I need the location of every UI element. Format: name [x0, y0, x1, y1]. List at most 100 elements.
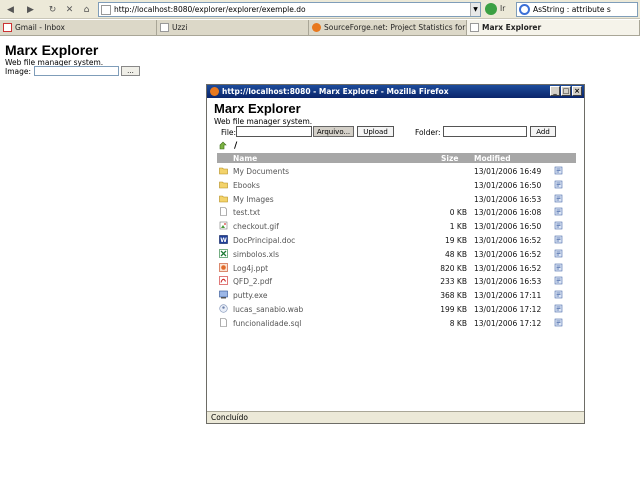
stop-icon[interactable]: ✕ — [62, 2, 77, 17]
search-text: AsString : attribute s — [533, 5, 611, 14]
file-row[interactable]: lucas_sanabio.wab 199 KB 13/01/2006 17:12 — [217, 302, 576, 316]
rename-icon[interactable] — [554, 249, 563, 258]
upload-button[interactable]: Upload — [357, 126, 394, 137]
folder-icon — [219, 167, 228, 175]
word-file-icon: W — [219, 235, 228, 244]
rename-icon[interactable] — [554, 180, 563, 189]
sourceforge-icon — [312, 23, 321, 32]
current-path: / — [234, 141, 238, 151]
file-row[interactable]: Log4j.ppt 820 KB 13/01/2006 16:52 — [217, 261, 576, 275]
go-icon[interactable] — [485, 3, 497, 15]
file-row[interactable]: QFD_2.pdf 233 KB 13/01/2006 16:53 — [217, 274, 576, 288]
forward-arrow-icon[interactable]: ▶ — [23, 2, 38, 17]
reload-icon[interactable]: ↻ — [45, 2, 60, 17]
tab-gmail[interactable]: Gmail - Inbox — [0, 20, 157, 35]
file-row[interactable]: test.txt 0 KB 13/01/2006 16:08 — [217, 205, 576, 219]
excel-file-icon — [219, 248, 228, 258]
rename-icon[interactable] — [554, 166, 563, 175]
add-folder-button[interactable]: Add — [530, 126, 556, 137]
file-row[interactable]: My Images 13/01/2006 16:53 — [217, 192, 576, 206]
rename-icon[interactable] — [554, 304, 563, 313]
maximize-icon[interactable]: □ — [561, 86, 571, 96]
image-field[interactable] — [34, 66, 119, 76]
exe-file-icon — [219, 290, 228, 299]
rename-icon[interactable] — [554, 194, 563, 203]
search-box[interactable]: AsString : attribute s — [516, 2, 638, 17]
file-field[interactable] — [236, 126, 312, 137]
up-folder-icon[interactable] — [219, 141, 227, 150]
rename-icon[interactable] — [554, 221, 563, 230]
file-modified: 13/01/2006 16:49 — [474, 167, 542, 176]
tab-label: SourceForge.net: Project Statistics for … — [324, 23, 466, 32]
file-name[interactable]: Ebooks — [233, 181, 260, 190]
column-header-modified[interactable]: Modified — [474, 154, 511, 163]
status-text: Concluído — [211, 413, 248, 422]
file-row[interactable]: checkout.gif 1 KB 13/01/2006 16:50 — [217, 219, 576, 233]
file-name[interactable]: lucas_sanabio.wab — [233, 305, 303, 314]
url-dropdown-icon[interactable]: ▼ — [470, 3, 480, 16]
file-modified: 13/01/2006 17:12 — [474, 318, 542, 328]
file-modified: 13/01/2006 16:52 — [474, 235, 542, 245]
rename-icon[interactable] — [554, 290, 563, 299]
file-row[interactable]: putty.exe 368 KB 13/01/2006 17:11 — [217, 288, 576, 302]
browser-toolbar: ◀ ▶ ↻ ✕ ⌂ http://localhost:8080/explorer… — [0, 0, 640, 19]
rename-icon[interactable] — [554, 235, 563, 244]
close-icon[interactable]: × — [572, 86, 582, 96]
text-file-icon — [220, 317, 227, 327]
folder-field[interactable] — [443, 126, 527, 137]
rename-icon[interactable] — [554, 318, 563, 327]
minimize-icon[interactable]: _ — [550, 86, 560, 96]
file-name[interactable]: QFD_2.pdf — [233, 277, 272, 286]
file-name[interactable]: DocPrincipal.doc — [233, 236, 295, 245]
browse-file-button[interactable]: Arquivo... — [313, 126, 354, 137]
pdf-file-icon — [219, 276, 228, 286]
file-row[interactable]: funcionalidade.sql 8 KB 13/01/2006 17:12 — [217, 316, 576, 330]
status-bar: Concluído — [207, 411, 584, 423]
firefox-icon — [210, 87, 219, 96]
file-modified: 13/01/2006 17:11 — [474, 291, 542, 301]
powerpoint-file-icon — [219, 262, 228, 272]
file-size: 48 KB — [445, 249, 467, 259]
go-label[interactable]: Ir — [500, 4, 505, 13]
file-name[interactable]: My Documents — [233, 167, 289, 176]
file-row[interactable]: simbolos.xls 48 KB 13/01/2006 16:52 — [217, 247, 576, 261]
file-modified: 13/01/2006 17:12 — [474, 304, 542, 314]
image-browse-button[interactable]: ... — [121, 66, 140, 76]
file-row[interactable]: W DocPrincipal.doc 19 KB 13/01/2006 16:52 — [217, 233, 576, 247]
wab-file-icon — [219, 304, 228, 313]
popup-title-bar[interactable]: http://localhost:8080 - Marx Explorer - … — [207, 85, 584, 98]
file-table-header: Name Size Modified — [217, 153, 576, 163]
rename-icon[interactable] — [554, 276, 563, 285]
back-arrow-icon[interactable]: ◀ — [3, 2, 18, 17]
rename-icon[interactable] — [554, 207, 563, 216]
url-text: http://localhost:8080/explorer/explorer/… — [114, 5, 306, 14]
popup-window-title: http://localhost:8080 - Marx Explorer - … — [222, 87, 449, 96]
tab-sourceforge[interactable]: SourceForge.net: Project Statistics for … — [309, 20, 467, 35]
tab-label: Gmail - Inbox — [15, 23, 65, 32]
file-name[interactable]: test.txt — [233, 208, 260, 217]
home-icon[interactable]: ⌂ — [79, 2, 94, 17]
page-title: Marx Explorer — [5, 42, 99, 58]
file-name[interactable]: checkout.gif — [233, 222, 279, 231]
tab-marx-explorer[interactable]: Marx Explorer — [467, 20, 640, 35]
file-size: 0 KB — [449, 208, 467, 218]
address-bar[interactable]: http://localhost:8080/explorer/explorer/… — [98, 2, 481, 17]
file-name[interactable]: funcionalidade.sql — [233, 319, 301, 328]
column-header-name[interactable]: Name — [233, 154, 257, 163]
file-row[interactable]: Ebooks 13/01/2006 16:50 — [217, 178, 576, 192]
tab-uzzi[interactable]: Uzzi — [157, 20, 309, 35]
file-list: My Documents 13/01/2006 16:49 Ebooks 13/01/… — [217, 164, 576, 330]
file-row[interactable]: My Documents 13/01/2006 16:49 — [217, 164, 576, 178]
column-header-size[interactable]: Size — [441, 154, 458, 163]
file-name[interactable]: Log4j.ppt — [233, 264, 268, 273]
gmail-icon — [3, 23, 12, 32]
file-name[interactable]: My Images — [233, 195, 274, 204]
google-search-icon — [519, 4, 530, 15]
file-name[interactable]: putty.exe — [233, 291, 267, 300]
rename-icon[interactable] — [554, 263, 563, 272]
file-size: 199 KB — [440, 304, 467, 314]
page-favicon-icon — [101, 4, 111, 15]
image-label: Image: — [5, 67, 32, 76]
text-file-icon — [220, 207, 227, 217]
file-name[interactable]: simbolos.xls — [233, 250, 279, 259]
